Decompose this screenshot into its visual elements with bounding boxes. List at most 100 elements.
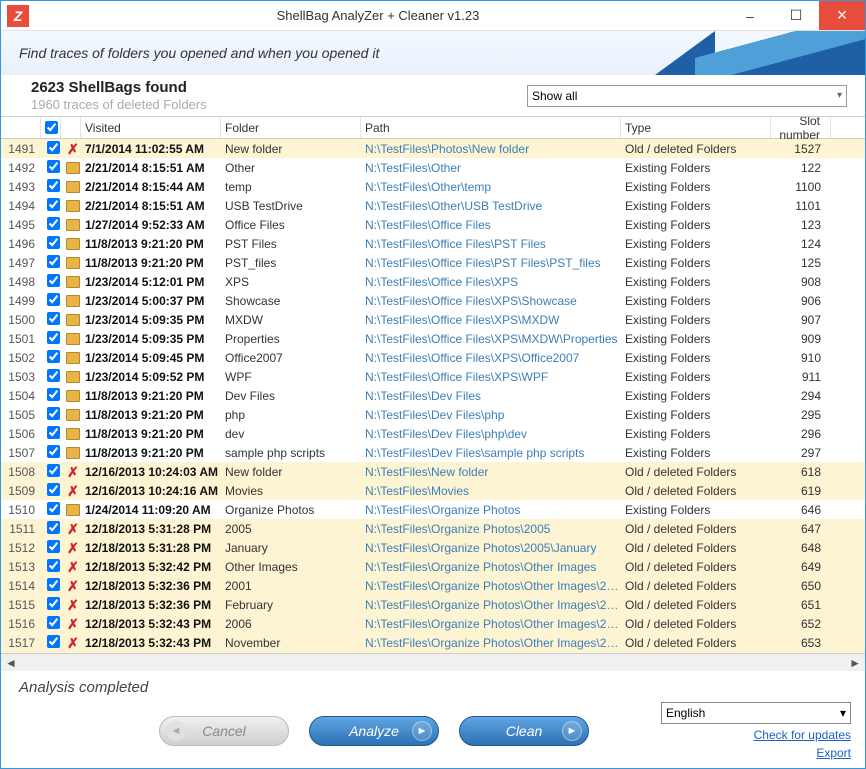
row-checkbox[interactable] — [47, 179, 60, 192]
cell-icon: ✗ — [61, 522, 81, 536]
cell-visited: 1/24/2014 11:09:20 AM — [81, 503, 221, 517]
cell-index: 1506 — [1, 427, 41, 441]
row-checkbox[interactable] — [47, 521, 60, 534]
table-row[interactable]: 14942/21/2014 8:15:51 AMUSB TestDriveN:\… — [1, 196, 865, 215]
table-row[interactable]: 1516✗12/18/2013 5:32:43 PM2006N:\TestFil… — [1, 614, 865, 633]
language-dropdown[interactable]: English ▾ — [661, 702, 851, 724]
table-row[interactable]: 15011/23/2014 5:09:35 PMPropertiesN:\Tes… — [1, 329, 865, 348]
col-slot[interactable]: Slot number — [771, 117, 831, 138]
table-row[interactable]: 1514✗12/18/2013 5:32:36 PM2001N:\TestFil… — [1, 576, 865, 595]
row-checkbox[interactable] — [47, 350, 60, 363]
folder-icon — [66, 238, 80, 250]
minimize-button[interactable]: – — [727, 1, 773, 30]
col-path[interactable]: Path — [361, 117, 621, 138]
row-checkbox[interactable] — [47, 312, 60, 325]
table-row[interactable]: 1513✗12/18/2013 5:32:42 PMOther ImagesN:… — [1, 557, 865, 576]
row-checkbox[interactable] — [47, 483, 60, 496]
row-checkbox[interactable] — [47, 540, 60, 553]
table-row[interactable]: 150711/8/2013 9:21:20 PMsample php scrip… — [1, 443, 865, 462]
table-row[interactable]: 149711/8/2013 9:21:20 PMPST_filesN:\Test… — [1, 253, 865, 272]
row-checkbox[interactable] — [47, 141, 60, 154]
close-button[interactable]: × — [819, 1, 865, 30]
table-row[interactable]: 14951/27/2014 9:52:33 AMOffice FilesN:\T… — [1, 215, 865, 234]
cell-icon — [61, 162, 81, 174]
table-row[interactable]: 1511✗12/18/2013 5:31:28 PM2005N:\TestFil… — [1, 519, 865, 538]
table-row[interactable]: 1515✗12/18/2013 5:32:36 PMFebruaryN:\Tes… — [1, 595, 865, 614]
cell-slot: 651 — [771, 598, 831, 612]
analyze-button[interactable]: Analyze ► — [309, 716, 439, 746]
table-row[interactable]: 1517✗12/18/2013 5:32:43 PMNovemberN:\Tes… — [1, 633, 865, 652]
row-checkbox[interactable] — [47, 578, 60, 591]
table-row[interactable]: 14932/21/2014 8:15:44 AMtempN:\TestFiles… — [1, 177, 865, 196]
row-checkbox[interactable] — [47, 502, 60, 515]
row-checkbox[interactable] — [47, 369, 60, 382]
row-checkbox[interactable] — [47, 635, 60, 648]
table-row[interactable]: 1491✗7/1/2014 11:02:55 AMNew folderN:\Te… — [1, 139, 865, 158]
table-row[interactable]: 14991/23/2014 5:00:37 PMShowcaseN:\TestF… — [1, 291, 865, 310]
table-row[interactable]: 1508✗12/16/2013 10:24:03 AMNew folderN:\… — [1, 462, 865, 481]
row-checkbox[interactable] — [47, 236, 60, 249]
row-checkbox[interactable] — [47, 407, 60, 420]
table-row[interactable]: 15001/23/2014 5:09:35 PMMXDWN:\TestFiles… — [1, 310, 865, 329]
export-link[interactable]: Export — [816, 746, 851, 760]
scroll-right-icon[interactable]: ► — [849, 656, 861, 670]
row-checkbox[interactable] — [47, 597, 60, 610]
cell-folder: 2005 — [221, 522, 361, 536]
row-checkbox[interactable] — [47, 331, 60, 344]
table-row[interactable]: 149611/8/2013 9:21:20 PMPST FilesN:\Test… — [1, 234, 865, 253]
filter-dropdown[interactable]: Show all ▾ — [527, 85, 847, 107]
grid-body[interactable]: 1491✗7/1/2014 11:02:55 AMNew folderN:\Te… — [1, 139, 865, 653]
cell-path: N:\TestFiles\Organize Photos\Other Image… — [361, 560, 621, 574]
col-type[interactable]: Type — [621, 117, 771, 138]
table-row[interactable]: 1512✗12/18/2013 5:31:28 PMJanuaryN:\Test… — [1, 538, 865, 557]
cell-visited: 12/18/2013 5:32:42 PM — [81, 560, 221, 574]
cell-type: Existing Folders — [621, 446, 771, 460]
row-checkbox[interactable] — [47, 274, 60, 287]
folder-icon — [66, 314, 80, 326]
table-row[interactable]: 150411/8/2013 9:21:20 PMDev FilesN:\Test… — [1, 386, 865, 405]
row-checkbox[interactable] — [47, 559, 60, 572]
row-checkbox[interactable] — [47, 464, 60, 477]
col-index[interactable] — [1, 117, 41, 138]
table-row[interactable]: 150511/8/2013 9:21:20 PMphpN:\TestFiles\… — [1, 405, 865, 424]
table-row[interactable]: 14922/21/2014 8:15:51 AMOtherN:\TestFile… — [1, 158, 865, 177]
row-checkbox[interactable] — [47, 160, 60, 173]
col-visited[interactable]: Visited — [81, 117, 221, 138]
check-updates-link[interactable]: Check for updates — [754, 728, 851, 742]
row-checkbox[interactable] — [47, 616, 60, 629]
cell-type: Existing Folders — [621, 199, 771, 213]
cell-slot: 906 — [771, 294, 831, 308]
col-folder[interactable]: Folder — [221, 117, 361, 138]
col-icon[interactable] — [61, 117, 81, 138]
table-row[interactable]: 15021/23/2014 5:09:45 PMOffice2007N:\Tes… — [1, 348, 865, 367]
cell-path: N:\TestFiles\Organize Photos\Other Image… — [361, 636, 621, 650]
clean-button[interactable]: Clean ► — [459, 716, 589, 746]
maximize-button[interactable]: ☐ — [773, 1, 819, 30]
scroll-left-icon[interactable]: ◄ — [5, 656, 17, 670]
select-all-checkbox[interactable] — [45, 121, 58, 134]
row-checkbox[interactable] — [47, 217, 60, 230]
row-checkbox[interactable] — [47, 255, 60, 268]
table-row[interactable]: 15101/24/2014 11:09:20 AMOrganize Photos… — [1, 500, 865, 519]
table-row[interactable]: 15031/23/2014 5:09:52 PMWPFN:\TestFiles\… — [1, 367, 865, 386]
cell-type: Existing Folders — [621, 389, 771, 403]
cell-visited: 12/18/2013 5:32:36 PM — [81, 598, 221, 612]
table-row[interactable]: 150611/8/2013 9:21:20 PMdevN:\TestFiles\… — [1, 424, 865, 443]
row-checkbox[interactable] — [47, 388, 60, 401]
row-checkbox[interactable] — [47, 426, 60, 439]
cell-checkbox — [41, 616, 61, 632]
cell-checkbox — [41, 160, 61, 176]
table-row[interactable]: 14981/23/2014 5:12:01 PMXPSN:\TestFiles\… — [1, 272, 865, 291]
row-checkbox[interactable] — [47, 293, 60, 306]
row-checkbox[interactable] — [47, 445, 60, 458]
cell-folder: Showcase — [221, 294, 361, 308]
col-checkbox[interactable] — [41, 117, 61, 138]
cell-path: N:\TestFiles\Other\USB TestDrive — [361, 199, 621, 213]
cell-checkbox — [41, 179, 61, 195]
cancel-button[interactable]: ◄ Cancel — [159, 716, 289, 746]
cell-slot: 649 — [771, 560, 831, 574]
horizontal-scrollbar[interactable]: ◄ ► — [1, 653, 865, 671]
cell-visited: 1/23/2014 5:09:52 PM — [81, 370, 221, 384]
row-checkbox[interactable] — [47, 198, 60, 211]
table-row[interactable]: 1509✗12/16/2013 10:24:16 AMMoviesN:\Test… — [1, 481, 865, 500]
